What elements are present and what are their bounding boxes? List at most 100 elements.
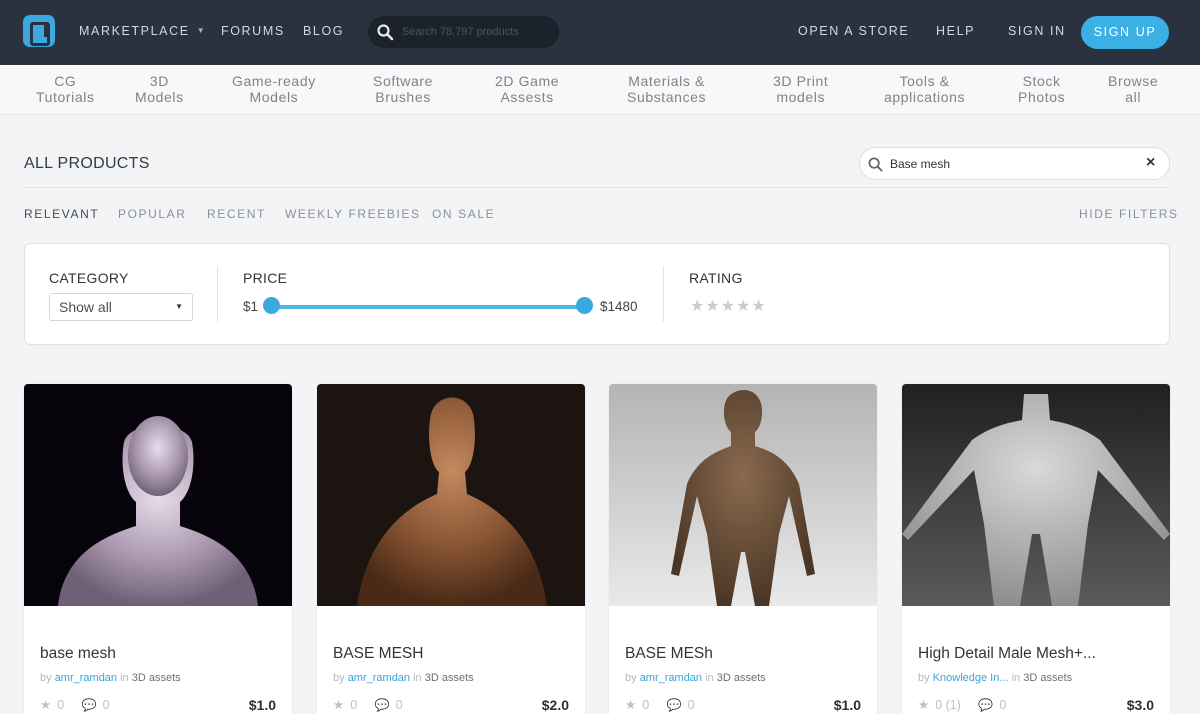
category-line: applications	[884, 89, 966, 105]
category-browse-all[interactable]: Browse all	[1108, 73, 1158, 105]
meta-in: in	[120, 672, 129, 684]
product-card[interactable]: BASE MESH by amr_ramdan in 3D assets ★ 0 …	[317, 384, 585, 714]
rating-count: 0	[350, 698, 358, 712]
product-price: $1.0	[833, 697, 861, 713]
product-search-input[interactable]	[890, 156, 1140, 172]
category-line: Models	[135, 89, 184, 105]
price-slider-track[interactable]	[271, 305, 584, 309]
search-icon	[868, 157, 883, 172]
sort-weekly-freebies[interactable]: WEEKLY FREEBIES	[285, 207, 421, 221]
nav-help[interactable]: HELP	[936, 24, 975, 38]
category-3d-models[interactable]: 3D Models	[135, 73, 184, 105]
product-title[interactable]: BASE MESH	[333, 645, 423, 663]
global-search[interactable]	[368, 16, 559, 48]
clear-search-icon[interactable]: ×	[1146, 154, 1155, 172]
filters-panel: CATEGORY Show all ▼ PRICE $1 $1480 RATING…	[24, 243, 1170, 345]
global-search-input[interactable]	[402, 23, 552, 41]
product-card[interactable]: High Detail Male Mesh+... by Knowledge I…	[902, 384, 1170, 714]
comment-count: 0	[395, 698, 403, 712]
category-software-brushes[interactable]: Software Brushes	[373, 73, 433, 105]
category-line: 3D	[149, 73, 169, 89]
category-line: Tutorials	[36, 89, 95, 105]
sort-on-sale[interactable]: ON SALE	[432, 207, 495, 221]
product-thumbnail	[24, 384, 292, 606]
product-title[interactable]: BASE MESh	[625, 645, 713, 663]
product-meta: by amr_ramdan in 3D assets	[625, 672, 766, 684]
product-title[interactable]: base mesh	[40, 645, 116, 663]
category-line: all	[1125, 89, 1142, 105]
nav-blog[interactable]: BLOG	[303, 24, 344, 38]
nav-open-store[interactable]: OPEN A STORE	[798, 24, 909, 38]
price-filter-label: PRICE	[243, 270, 288, 286]
nav-marketplace[interactable]: MARKETPLACE ▼	[79, 24, 206, 38]
product-category-link[interactable]: 3D assets	[132, 672, 181, 684]
sort-popular[interactable]: POPULAR	[118, 207, 187, 221]
category-2d-game-assets[interactable]: 2D Game Assests	[495, 73, 559, 105]
rating-stars-filter[interactable]: ★★★★★	[690, 296, 767, 316]
category-select-value: Show all	[59, 299, 112, 315]
product-author-link[interactable]: amr_ramdan	[348, 672, 410, 684]
product-thumbnail	[317, 384, 585, 606]
cubebrush-logo-icon[interactable]	[23, 15, 55, 47]
comment-count: 0	[999, 698, 1007, 712]
meta-by: by	[333, 672, 345, 684]
product-price: $1.0	[248, 697, 276, 713]
star-icon: ★	[918, 698, 930, 712]
product-category-link[interactable]: 3D assets	[425, 672, 474, 684]
product-card[interactable]: BASE MESh by amr_ramdan in 3D assets ★ 0 …	[609, 384, 877, 714]
product-price: $2.0	[541, 697, 569, 713]
product-author-link[interactable]: amr_ramdan	[640, 672, 702, 684]
product-meta: by Knowledge In... in 3D assets	[918, 672, 1072, 684]
product-author-link[interactable]: Knowledge In...	[933, 672, 1009, 684]
category-tools-applications[interactable]: Tools & applications	[884, 73, 965, 105]
rating-count: 0	[642, 698, 650, 712]
star-icon: ★	[333, 698, 345, 712]
rating-count: 0 (1)	[935, 698, 961, 712]
category-stock-photos[interactable]: Stock Photos	[1018, 73, 1065, 105]
category-bar: CG Tutorials 3D Models Game-ready Models So…	[0, 65, 1200, 115]
nav-forums[interactable]: FORUMS	[221, 24, 285, 38]
rating-filter-label: RATING	[689, 270, 743, 286]
category-3d-print-models[interactable]: 3D Print models	[773, 73, 828, 105]
price-min-handle[interactable]	[262, 297, 280, 314]
product-category-link[interactable]: 3D assets	[1023, 672, 1072, 684]
meta-in: in	[1011, 672, 1021, 684]
category-select[interactable]: Show all ▼	[49, 293, 193, 321]
page-title: ALL PRODUCTS	[24, 155, 150, 172]
price-max-value: $1480	[600, 299, 638, 314]
product-category-link[interactable]: 3D assets	[717, 672, 766, 684]
category-line: CG	[54, 73, 77, 89]
meta-in: in	[705, 672, 714, 684]
category-materials-substances[interactable]: Materials & Substances	[627, 73, 706, 105]
price-max-handle[interactable]	[575, 297, 593, 314]
comment-count: 0	[102, 698, 110, 712]
comment-count: 0	[687, 698, 695, 712]
category-line: 2D Game	[495, 73, 560, 89]
product-title[interactable]: High Detail Male Mesh+...	[918, 645, 1096, 663]
category-filter-label: CATEGORY	[49, 270, 129, 286]
search-icon	[377, 24, 394, 41]
product-author-link[interactable]: amr_ramdan	[55, 672, 117, 684]
product-thumbnail	[902, 384, 1170, 606]
nav-sign-in[interactable]: SIGN IN	[1008, 24, 1066, 38]
comment-icon: 💬	[978, 698, 994, 712]
category-cg-tutorials[interactable]: CG Tutorials	[36, 73, 95, 105]
product-search[interactable]: ×	[859, 147, 1170, 180]
divider	[24, 187, 1170, 188]
category-game-ready-models[interactable]: Game-ready Models	[232, 73, 316, 105]
category-line: Tools &	[899, 73, 950, 89]
product-thumbnail	[609, 384, 877, 606]
product-price: $3.0	[1126, 697, 1154, 713]
category-line: 3D Print	[773, 73, 829, 89]
filter-separator	[217, 266, 218, 322]
sign-up-button[interactable]: SIGN UP	[1081, 16, 1169, 49]
sort-recent[interactable]: RECENT	[207, 207, 266, 221]
category-line: Photos	[1018, 89, 1066, 105]
product-footer: ★ 0 💬 0 $1.0	[40, 697, 276, 713]
category-line: Models	[249, 89, 299, 105]
product-footer: ★ 0 💬 0 $1.0	[625, 697, 861, 713]
star-icon: ★	[40, 698, 52, 712]
product-card[interactable]: base mesh by amr_ramdan in 3D assets ★ 0 …	[24, 384, 292, 714]
sort-relevant[interactable]: RELEVANT	[24, 207, 99, 221]
hide-filters-link[interactable]: HIDE FILTERS	[1079, 207, 1179, 221]
